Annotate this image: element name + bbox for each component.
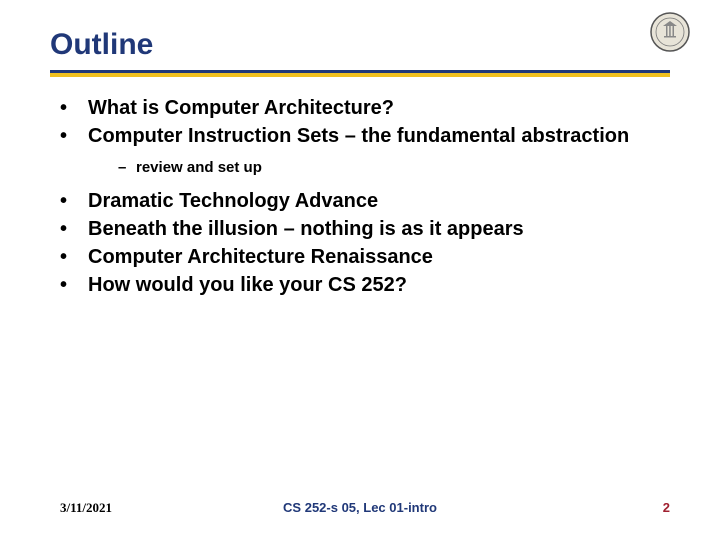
sub-bullet-text: review and set up	[136, 157, 262, 178]
bullet-list: • What is Computer Architecture? • Compu…	[60, 95, 670, 149]
bullet-dot-icon: •	[60, 188, 88, 214]
slide-content: • What is Computer Architecture? • Compu…	[0, 77, 720, 298]
bullet-item: • Beneath the illusion – nothing is as i…	[60, 216, 670, 242]
bullet-item: • Dramatic Technology Advance	[60, 188, 670, 214]
bullet-text: How would you like your CS 252?	[88, 272, 670, 298]
bullet-text: Dramatic Technology Advance	[88, 188, 670, 214]
bullet-dot-icon: •	[60, 95, 88, 121]
footer-center: CS 252-s 05, Lec 01-intro	[283, 500, 437, 515]
sub-bullet-list: – review and set up	[118, 157, 670, 178]
bullet-text: What is Computer Architecture?	[88, 95, 670, 121]
bullet-dot-icon: •	[60, 244, 88, 270]
slide-title: Outline	[50, 28, 670, 68]
bullet-item: • How would you like your CS 252?	[60, 272, 670, 298]
bullet-item: • What is Computer Architecture?	[60, 95, 670, 121]
bullet-text: Beneath the illusion – nothing is as it …	[88, 216, 670, 242]
bullet-dot-icon: •	[60, 123, 88, 149]
footer-date: 3/11/2021	[60, 500, 112, 516]
dash-icon: –	[118, 157, 136, 178]
footer-page-number: 2	[663, 500, 670, 515]
bullet-dot-icon: •	[60, 272, 88, 298]
title-underline-gold	[50, 73, 670, 77]
bullet-list: • Dramatic Technology Advance • Beneath …	[60, 188, 670, 298]
slide-header: Outline	[0, 0, 720, 77]
bullet-item: • Computer Architecture Renaissance	[60, 244, 670, 270]
bullet-item: • Computer Instruction Sets – the fundam…	[60, 123, 670, 149]
sub-bullet-item: – review and set up	[118, 157, 670, 178]
bullet-text: Computer Architecture Renaissance	[88, 244, 670, 270]
bullet-text: Computer Instruction Sets – the fundamen…	[88, 123, 670, 149]
slide-footer: 3/11/2021 CS 252-s 05, Lec 01-intro 2	[0, 500, 720, 516]
bullet-dot-icon: •	[60, 216, 88, 242]
